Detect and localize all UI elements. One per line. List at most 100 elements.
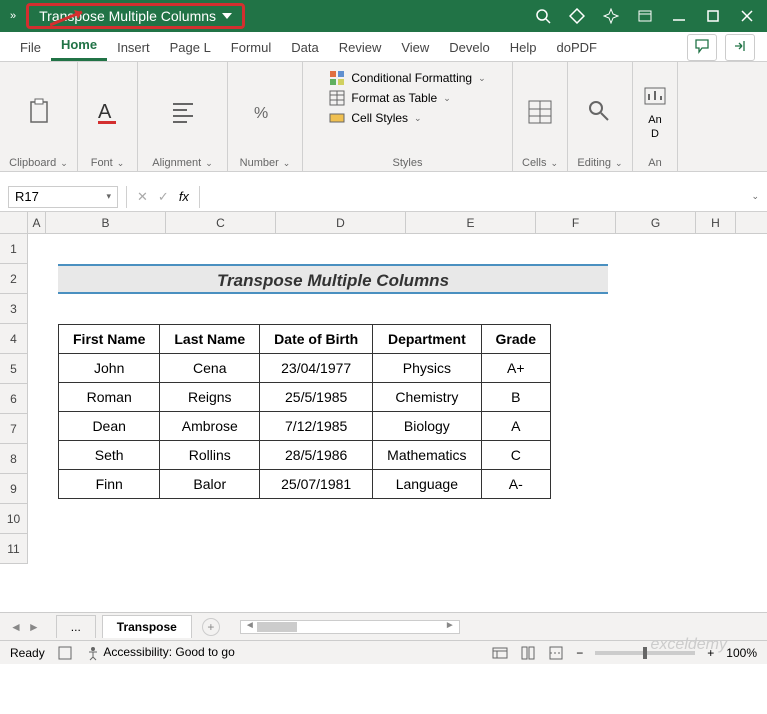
maximize-icon[interactable]: [705, 8, 721, 24]
row-header[interactable]: 3: [0, 294, 28, 324]
row-header[interactable]: 5: [0, 354, 28, 384]
cell[interactable]: A+: [481, 354, 550, 383]
add-sheet-button[interactable]: +: [202, 618, 220, 636]
row-header[interactable]: 2: [0, 264, 28, 294]
cell[interactable]: Chemistry: [373, 383, 481, 412]
minimize-icon[interactable]: [671, 8, 687, 24]
analyze-icon[interactable]: [641, 84, 669, 112]
sheet-tab-dots[interactable]: ...: [56, 615, 96, 638]
cells-icon[interactable]: [526, 98, 554, 126]
horizontal-scrollbar[interactable]: ◄ ►: [240, 620, 460, 634]
launcher-icon[interactable]: ⌄: [615, 158, 623, 169]
sheet-title[interactable]: Transpose Multiple Columns: [58, 264, 608, 294]
launcher-icon[interactable]: ⌄: [117, 158, 125, 169]
zoom-level[interactable]: 100%: [726, 646, 757, 660]
cell-styles-button[interactable]: Cell Styles ⌄: [329, 110, 421, 126]
sparkle-icon[interactable]: [603, 8, 619, 24]
row-header[interactable]: 4: [0, 324, 28, 354]
clipboard-icon[interactable]: [25, 98, 53, 126]
header-lastname[interactable]: Last Name: [160, 325, 260, 354]
cell[interactable]: Rollins: [160, 441, 260, 470]
tab-formulas[interactable]: Formul: [221, 34, 281, 61]
alignment-icon[interactable]: [169, 98, 197, 126]
launcher-icon[interactable]: ⌄: [60, 158, 68, 169]
header-dob[interactable]: Date of Birth: [260, 325, 373, 354]
conditional-formatting-button[interactable]: Conditional Formatting ⌄: [329, 70, 485, 86]
cell[interactable]: Biology: [373, 412, 481, 441]
name-box[interactable]: R17 ▾: [8, 186, 118, 208]
close-icon[interactable]: [739, 8, 755, 24]
search-icon[interactable]: [535, 8, 551, 24]
fx-icon[interactable]: fx: [179, 189, 189, 204]
tab-dopdf[interactable]: doPDF: [547, 34, 607, 61]
cell[interactable]: B: [481, 383, 550, 412]
expand-formula-icon[interactable]: ⌄: [743, 191, 767, 202]
cell[interactable]: Reigns: [160, 383, 260, 412]
diamond-icon[interactable]: [569, 8, 585, 24]
header-department[interactable]: Department: [373, 325, 481, 354]
cell[interactable]: 25/5/1985: [260, 383, 373, 412]
tab-help[interactable]: Help: [500, 34, 547, 61]
row-header[interactable]: 10: [0, 504, 28, 534]
cell[interactable]: 7/12/1985: [260, 412, 373, 441]
row-header[interactable]: 1: [0, 234, 28, 264]
sheet-nav-prev[interactable]: ◄: [10, 620, 22, 634]
zoom-slider[interactable]: [595, 651, 695, 655]
share-button[interactable]: [725, 34, 755, 61]
cell[interactable]: Seth: [59, 441, 160, 470]
launcher-icon[interactable]: ⌄: [550, 158, 558, 169]
tab-file[interactable]: File: [10, 34, 51, 61]
chevron-down-icon[interactable]: ▾: [106, 191, 111, 202]
launcher-icon[interactable]: ⌄: [283, 158, 291, 169]
cell[interactable]: Cena: [160, 354, 260, 383]
cell[interactable]: Physics: [373, 354, 481, 383]
tab-view[interactable]: View: [391, 34, 439, 61]
cell[interactable]: Language: [373, 470, 481, 499]
tab-page-layout[interactable]: Page L: [160, 34, 221, 61]
tab-developer[interactable]: Develo: [439, 34, 499, 61]
cell[interactable]: Dean: [59, 412, 160, 441]
cell[interactable]: A-: [481, 470, 550, 499]
page-layout-view-icon[interactable]: [520, 645, 536, 661]
col-header-d[interactable]: D: [276, 212, 406, 233]
col-header-f[interactable]: F: [536, 212, 616, 233]
sheet-nav-next[interactable]: ►: [28, 620, 40, 634]
cell[interactable]: Finn: [59, 470, 160, 499]
macro-icon[interactable]: [57, 645, 73, 661]
zoom-out[interactable]: −: [576, 646, 583, 660]
scrollbar-thumb[interactable]: [257, 622, 297, 632]
grid-content[interactable]: Transpose Multiple Columns First Name La…: [28, 234, 767, 612]
row-header[interactable]: 9: [0, 474, 28, 504]
row-header[interactable]: 7: [0, 414, 28, 444]
comments-button[interactable]: [687, 34, 717, 61]
header-firstname[interactable]: First Name: [59, 325, 160, 354]
zoom-in[interactable]: +: [707, 646, 714, 660]
format-as-table-button[interactable]: Format as Table ⌄: [329, 90, 450, 106]
cell[interactable]: John: [59, 354, 160, 383]
enter-icon[interactable]: ✓: [158, 189, 169, 205]
col-header-e[interactable]: E: [406, 212, 536, 233]
accessibility-status[interactable]: Accessibility: Good to go: [85, 645, 235, 661]
cell[interactable]: C: [481, 441, 550, 470]
page-break-view-icon[interactable]: [548, 645, 564, 661]
tab-home[interactable]: Home: [51, 31, 107, 61]
col-header-h[interactable]: H: [696, 212, 736, 233]
header-grade[interactable]: Grade: [481, 325, 550, 354]
zoom-thumb[interactable]: [643, 647, 647, 659]
col-header-c[interactable]: C: [166, 212, 276, 233]
window-icon[interactable]: [637, 8, 653, 24]
cell[interactable]: Mathematics: [373, 441, 481, 470]
filename-dropdown[interactable]: Transpose Multiple Columns: [26, 3, 245, 29]
cell[interactable]: Ambrose: [160, 412, 260, 441]
select-all-corner[interactable]: [0, 212, 28, 233]
tab-review[interactable]: Review: [329, 34, 392, 61]
editing-icon[interactable]: [586, 98, 614, 126]
col-header-a[interactable]: A: [28, 212, 46, 233]
col-header-b[interactable]: B: [46, 212, 166, 233]
row-header[interactable]: 11: [0, 534, 28, 564]
cell[interactable]: A: [481, 412, 550, 441]
number-icon[interactable]: %: [251, 98, 279, 126]
sheet-tab-transpose[interactable]: Transpose: [102, 615, 192, 638]
cell[interactable]: Balor: [160, 470, 260, 499]
tab-insert[interactable]: Insert: [107, 34, 160, 61]
